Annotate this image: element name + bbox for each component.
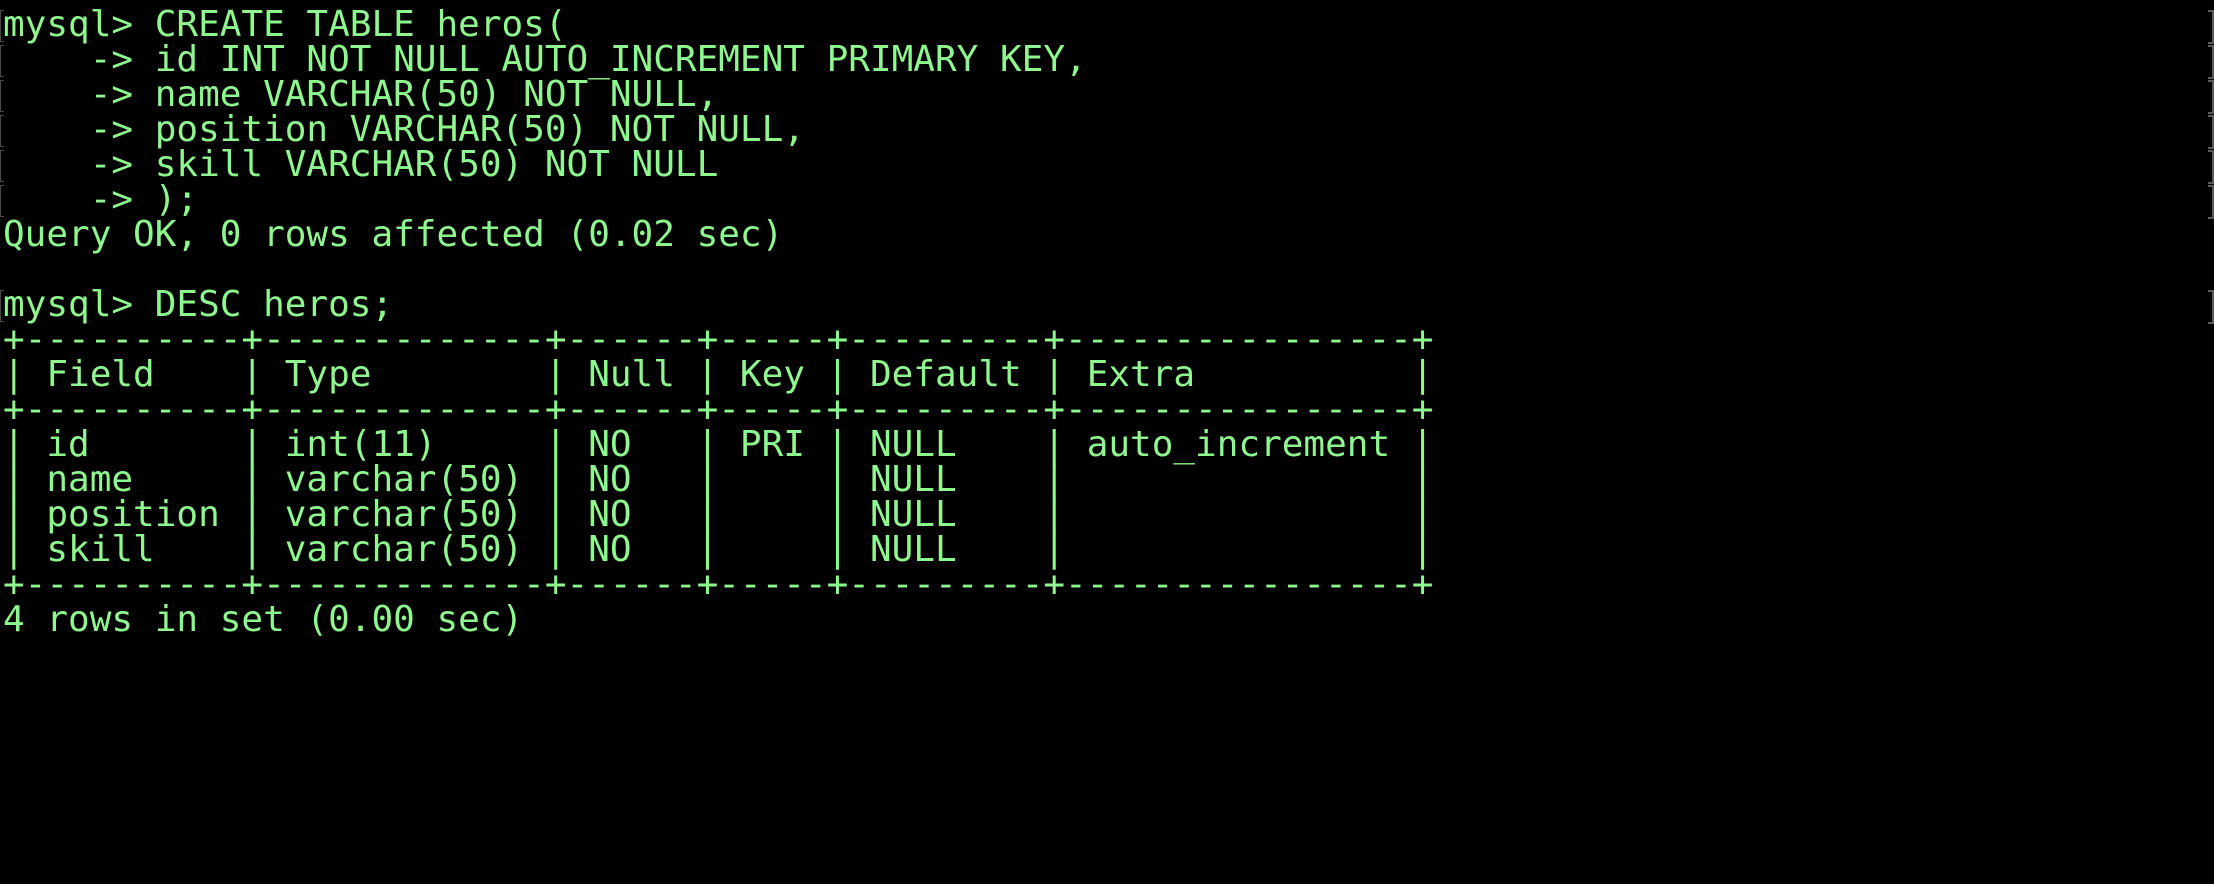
right-marker	[2208, 150, 2214, 184]
query-result-line: 4 rows in set (0.00 sec)	[3, 599, 524, 640]
right-marker	[2208, 80, 2214, 114]
left-marker	[0, 290, 4, 322]
terminal-window[interactable]: mysql> CREATE TABLE heros( -> id INT NOT…	[0, 0, 2214, 884]
left-marker	[0, 115, 4, 147]
left-marker	[0, 185, 4, 217]
right-marker	[2208, 290, 2214, 324]
query-result-line: Query OK, 0 rows affected (0.02 sec)	[3, 214, 784, 255]
right-marker	[2208, 115, 2214, 149]
left-marker	[0, 10, 4, 42]
left-marker	[0, 80, 4, 112]
right-marker	[2208, 45, 2214, 79]
right-marker	[2208, 185, 2214, 219]
left-marker	[0, 45, 4, 77]
right-marker	[2208, 10, 2214, 44]
left-marker	[0, 150, 4, 182]
